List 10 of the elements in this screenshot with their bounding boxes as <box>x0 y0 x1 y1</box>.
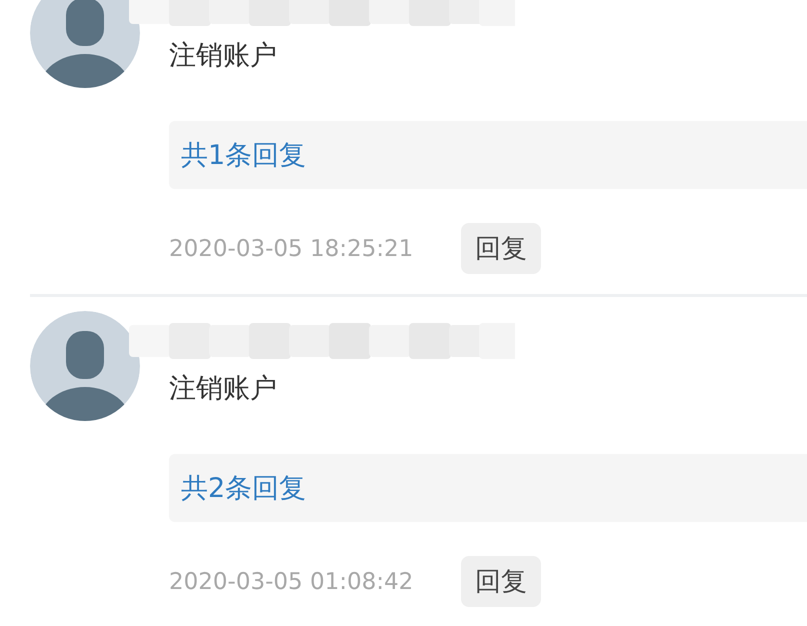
user-name: 注销账户 <box>169 372 278 406</box>
reply-button[interactable]: 回复 <box>461 223 541 274</box>
avatar-icon <box>30 0 140 88</box>
timestamp: 2020-03-05 01:08:42 <box>169 568 414 594</box>
timestamp: 2020-03-05 18:25:21 <box>169 236 414 262</box>
replies-link[interactable]: 共1条回复 <box>181 137 306 173</box>
reply-button[interactable]: 回复 <box>461 556 541 607</box>
avatar-icon <box>30 311 140 421</box>
user-name: 注销账户 <box>169 39 278 73</box>
replies-link[interactable]: 共2条回复 <box>181 470 306 506</box>
